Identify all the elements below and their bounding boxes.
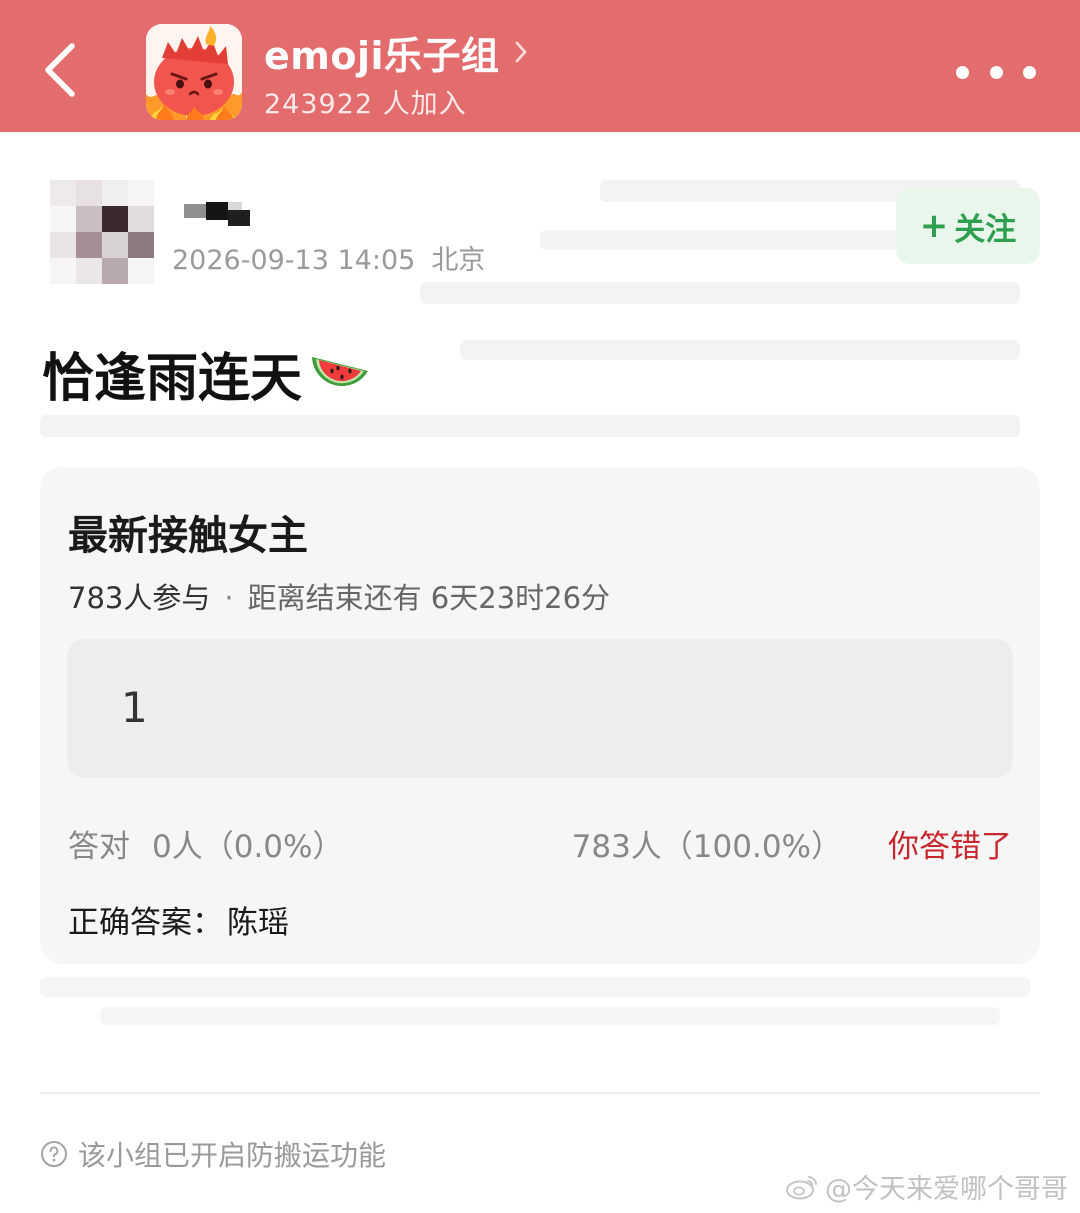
more-dots-icon <box>1023 65 1036 79</box>
user-answer: 1 <box>121 683 148 732</box>
correct-answer-value: 陈瑶 <box>227 905 289 941</box>
author-avatar[interactable] <box>50 180 154 284</box>
pixelated-avatar-icon <box>50 180 154 284</box>
quiz-meta: 783人参与 · 距离结束还有 6天23时26分 <box>68 575 610 617</box>
weibo-watermark: @今天来爱哪个哥哥 <box>785 1166 1068 1206</box>
group-header: emoji乐子组 243922 人加入 <box>0 0 1080 132</box>
anti-repost-text: 该小组已开启防搬运功能 <box>78 1139 387 1172</box>
meta-separator: · <box>224 581 234 615</box>
post-title-text: 恰逢雨连天 <box>42 348 303 409</box>
correct-stat: 答对 0人（0.0%） <box>68 821 343 866</box>
post-location: 北京 <box>431 245 486 276</box>
wrong-count: 783人（100.0%） <box>571 829 842 865</box>
quiz-title: 最新接触女主 <box>68 513 308 559</box>
correct-answer-label: 正确答案： <box>68 905 223 941</box>
user-answer-box: 1 <box>67 639 1013 778</box>
divider <box>40 1092 1040 1094</box>
more-dots-icon <box>956 65 969 79</box>
more-options-button[interactable] <box>956 50 1036 94</box>
chevron-left-icon <box>40 40 80 104</box>
post-detail-page: emoji乐子组 243922 人加入 2026-09-13 14:05 北京 … <box>0 0 1080 1213</box>
chevron-right-icon <box>514 40 528 64</box>
post-meta: 2026-09-13 14:05 北京 <box>172 238 485 277</box>
back-button[interactable] <box>28 30 92 114</box>
correct-count: 0人（0.0%） <box>152 829 344 865</box>
author-name-redacted[interactable] <box>184 196 254 234</box>
quiz-stats: 答对 0人（0.0%） 783人（100.0%） 你答错了 <box>68 821 1012 865</box>
plus-icon: + <box>919 206 949 246</box>
post-title: 恰逢雨连天 <box>42 336 372 410</box>
post-timestamp: 2026-09-13 14:05 <box>172 245 416 276</box>
more-dots-icon <box>989 65 1003 79</box>
correct-answer: 正确答案： 陈瑶 <box>68 897 289 942</box>
wrong-result-badge: 你答错了 <box>888 829 1012 865</box>
background-bleed-texture <box>40 977 1030 1025</box>
question-circle-icon <box>40 1140 68 1168</box>
group-name: emoji乐子组 <box>264 33 500 78</box>
participant-count: 783人参与 <box>68 581 211 615</box>
group-title-link[interactable]: emoji乐子组 <box>264 26 528 78</box>
correct-label: 答对 <box>68 829 130 865</box>
fire-monster-icon <box>146 24 242 120</box>
anti-repost-note: 该小组已开启防搬运功能 <box>40 1134 386 1174</box>
member-count: 243922 人加入 <box>264 89 467 120</box>
weibo-logo-icon <box>785 1172 819 1200</box>
follow-label: 关注 <box>954 211 1017 248</box>
group-avatar[interactable] <box>146 24 242 120</box>
watermelon-icon <box>308 347 372 399</box>
follow-button[interactable]: + 关注 <box>896 188 1040 264</box>
watermark-text: @今天来爱哪个哥哥 <box>825 1173 1068 1205</box>
quiz-card: 最新接触女主 783人参与 · 距离结束还有 6天23时26分 1 答对 0人（0.0… <box>40 467 1040 964</box>
time-remaining: 距离结束还有 6天23时26分 <box>247 581 611 615</box>
